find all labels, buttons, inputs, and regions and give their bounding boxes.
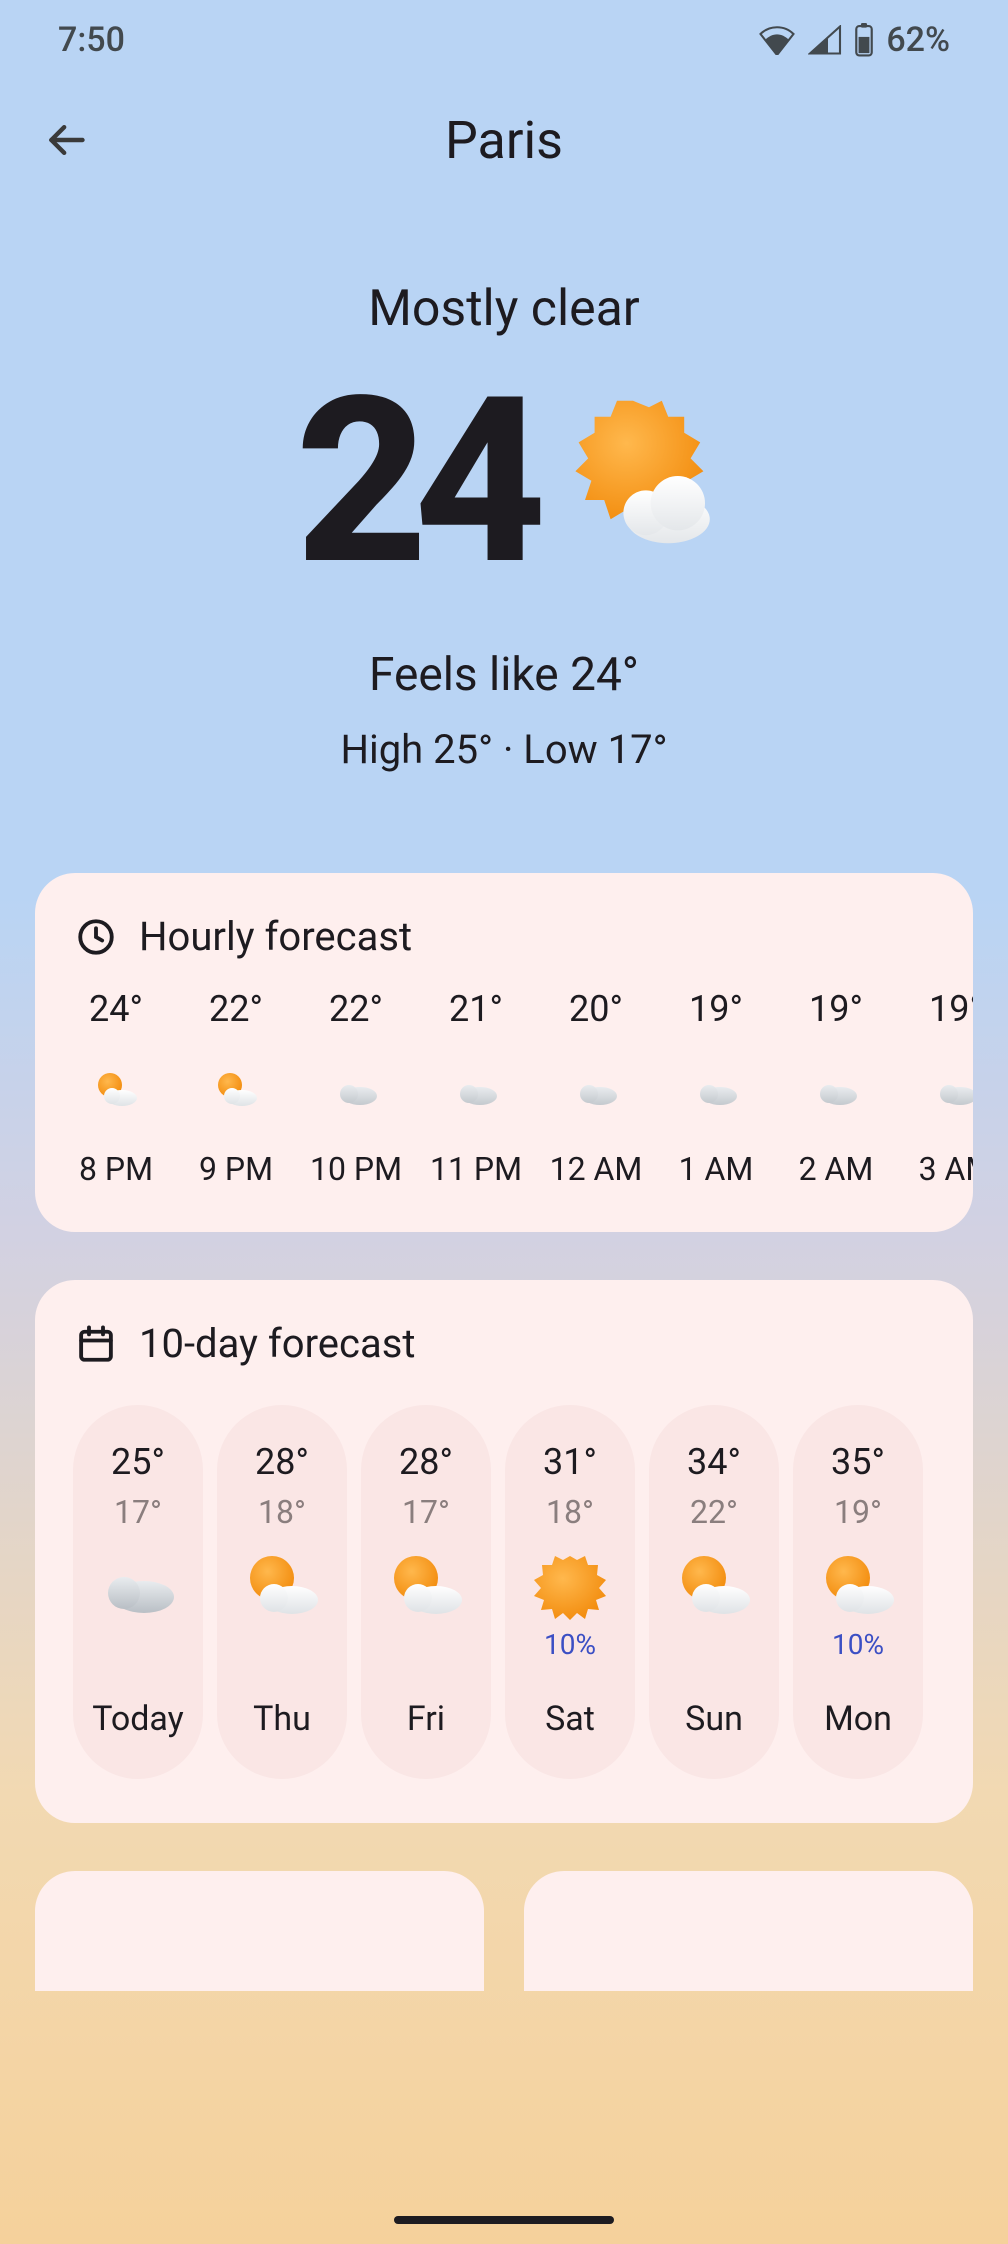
daily-item[interactable]: 28° 17° Fri — [361, 1405, 491, 1779]
battery-icon — [854, 23, 874, 57]
daily-item[interactable]: 25° 17° Today — [73, 1405, 203, 1779]
hourly-temp: 20° — [569, 988, 623, 1030]
hourly-title: Hourly forecast — [139, 913, 412, 960]
hourly-temp: 22° — [329, 988, 383, 1030]
daily-precip: 10% — [832, 1628, 884, 1660]
daily-name: Sun — [685, 1699, 743, 1739]
peek-card-right[interactable] — [524, 1871, 973, 1991]
daily-item[interactable]: 28° 18° Thu — [217, 1405, 347, 1779]
daily-high: 34° — [687, 1441, 741, 1483]
high-low: High 25° · Low 17° — [340, 726, 667, 773]
daily-low: 19° — [834, 1493, 882, 1531]
current-conditions: Mostly clear 24 — [0, 200, 1008, 773]
hourly-item[interactable]: 19° 1 AM — [665, 988, 767, 1188]
hourly-temp: 22° — [209, 988, 263, 1030]
daily-low: 18° — [546, 1493, 594, 1531]
sun-cloud-icon — [553, 388, 713, 548]
hourly-weather-icon — [814, 1030, 858, 1150]
daily-weather-icon — [672, 1531, 756, 1681]
hourly-weather-icon — [92, 1030, 140, 1150]
hourly-forecast-card[interactable]: Hourly forecast 24° 8 PM 22° 9 PM 22° 10 PM 21… — [35, 873, 973, 1232]
status-battery: 62% — [886, 20, 950, 60]
daily-name: Fri — [407, 1699, 445, 1739]
page-title: Paris — [0, 110, 1008, 171]
daily-item[interactable]: 35° 19° 10% Mon — [793, 1405, 923, 1779]
hourly-time: 2 AM — [799, 1150, 874, 1188]
hourly-item[interactable]: 22° 10 PM — [305, 988, 407, 1188]
bottom-peek — [35, 1871, 973, 1991]
status-bar: 7:50 62% — [0, 0, 1008, 80]
daily-item[interactable]: 31° 18° 10% Sat — [505, 1405, 635, 1779]
hourly-item[interactable]: 19° 3 AM — [905, 988, 973, 1188]
clock-icon — [75, 916, 117, 958]
daily-high: 35° — [831, 1441, 885, 1483]
hourly-temp: 19° — [689, 988, 743, 1030]
daily-high: 25° — [111, 1441, 165, 1483]
hourly-item[interactable]: 20° 12 AM — [545, 988, 647, 1188]
hourly-temp: 21° — [449, 988, 503, 1030]
daily-item[interactable]: 34° 22° Sun — [649, 1405, 779, 1779]
daily-low: 17° — [402, 1493, 450, 1531]
daily-weather-icon: 10% — [533, 1531, 607, 1681]
daily-high: 28° — [399, 1441, 453, 1483]
wifi-icon — [758, 25, 796, 55]
hourly-card-header: Hourly forecast — [35, 913, 973, 988]
hourly-temp: 19° — [809, 988, 863, 1030]
daily-scroll[interactable]: 25° 17° Today 28° 18° Thu 28° 17° Fri 31° 18° 10% Sa… — [35, 1395, 973, 1779]
hourly-scroll[interactable]: 24° 8 PM 22° 9 PM 22° 10 PM 21° 11 PM 20° 12 AM 19… — [35, 988, 973, 1188]
daily-low: 17° — [114, 1493, 162, 1531]
hourly-time: 11 PM — [430, 1150, 522, 1188]
hourly-time: 10 PM — [310, 1150, 402, 1188]
hourly-weather-icon — [574, 1030, 618, 1150]
daily-name: Mon — [824, 1699, 892, 1739]
hourly-weather-icon — [694, 1030, 738, 1150]
condition-text: Mostly clear — [368, 280, 640, 338]
calendar-icon — [75, 1323, 117, 1365]
daily-weather-icon — [384, 1531, 468, 1681]
hourly-time: 3 AM — [919, 1150, 973, 1188]
daily-name: Sat — [545, 1699, 595, 1739]
daily-weather-icon — [240, 1531, 324, 1681]
daily-name: Today — [92, 1699, 184, 1739]
hourly-weather-icon — [334, 1030, 378, 1150]
hourly-time: 9 PM — [199, 1150, 273, 1188]
hourly-item[interactable]: 21° 11 PM — [425, 988, 527, 1188]
hourly-temp: 24° — [89, 988, 143, 1030]
daily-high: 31° — [543, 1441, 597, 1483]
hourly-time: 8 PM — [79, 1150, 153, 1188]
hourly-item[interactable]: 22° 9 PM — [185, 988, 287, 1188]
status-time: 7:50 — [58, 20, 125, 60]
daily-forecast-card[interactable]: 10-day forecast 25° 17° Today 28° 18° Thu 28° 1… — [35, 1280, 973, 1823]
hourly-item[interactable]: 19° 2 AM — [785, 988, 887, 1188]
daily-name: Thu — [253, 1699, 311, 1739]
peek-card-left[interactable] — [35, 1871, 484, 1991]
daily-title: 10-day forecast — [139, 1320, 415, 1367]
feels-like: Feels like 24° — [369, 648, 639, 702]
hourly-time: 12 AM — [550, 1150, 643, 1188]
nav-handle[interactable] — [394, 2216, 614, 2224]
hourly-weather-icon — [212, 1030, 260, 1150]
daily-card-header: 10-day forecast — [35, 1320, 973, 1395]
app-bar: Paris — [0, 80, 1008, 200]
hourly-weather-icon — [454, 1030, 498, 1150]
daily-weather-icon: 10% — [816, 1531, 900, 1681]
daily-low: 18° — [258, 1493, 306, 1531]
current-temp: 24 — [295, 368, 532, 598]
back-button[interactable] — [30, 104, 102, 176]
hourly-time: 1 AM — [679, 1150, 754, 1188]
back-arrow-icon — [44, 118, 88, 162]
cell-signal-icon — [808, 25, 842, 55]
daily-weather-icon — [98, 1531, 178, 1681]
hourly-weather-icon — [934, 1030, 973, 1150]
hourly-temp: 19° — [929, 988, 973, 1030]
hourly-item[interactable]: 24° 8 PM — [65, 988, 167, 1188]
daily-high: 28° — [255, 1441, 309, 1483]
daily-low: 22° — [690, 1493, 738, 1531]
daily-precip: 10% — [544, 1628, 596, 1660]
status-right: 62% — [758, 20, 950, 60]
current-temp-row: 24 — [295, 368, 712, 598]
